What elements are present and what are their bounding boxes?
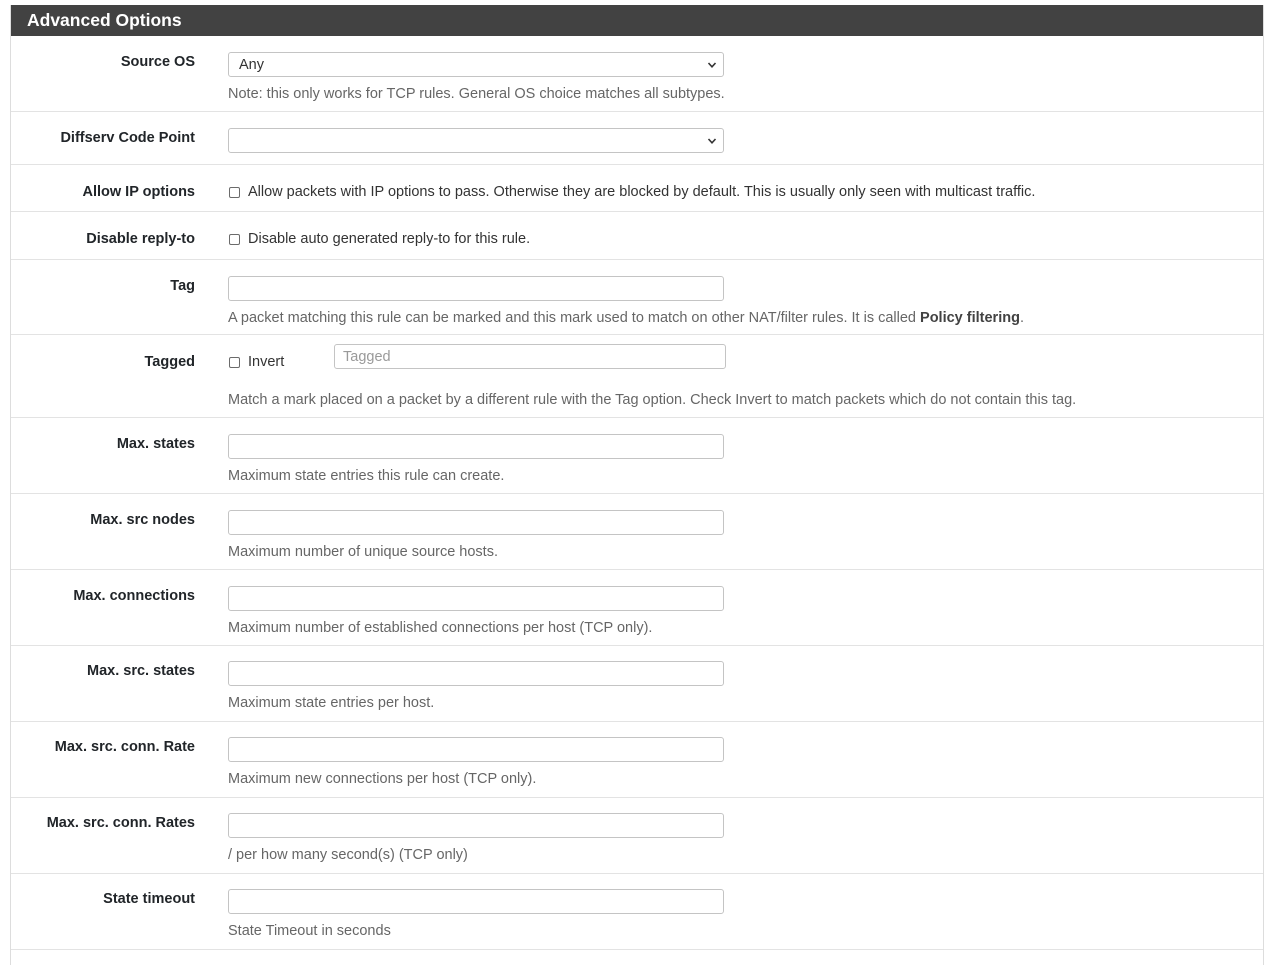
row-max-connections: Max. connections Maximum number of estab… [11,570,1263,646]
max-connections-input[interactable] [228,586,724,611]
tag-label: Tag [170,278,195,294]
allow-ip-options-label: Allow IP options [82,184,195,200]
row-max-src-nodes: Max. src nodes Maximum number of unique … [11,494,1263,570]
max-src-nodes-help: Maximum number of unique source hosts. [228,544,498,560]
max-src-conn-rates-help: / per how many second(s) (TCP only) [228,847,468,863]
max-src-conn-rate-help: Maximum new connections per host (TCP on… [228,771,537,787]
source-os-help: Note: this only works for TCP rules. Gen… [228,86,725,102]
chevron-down-icon [707,137,717,144]
max-src-nodes-input[interactable] [228,510,724,535]
row-max-src-conn-rate: Max. src. conn. Rate Maximum new connect… [11,722,1263,798]
panel-title: Advanced Options [11,5,1263,36]
state-timeout-label: State timeout [103,891,195,907]
dscp-label: Diffserv Code Point [60,130,195,146]
row-max-src-conn-rates: Max. src. conn. Rates / per how many sec… [11,798,1263,874]
allow-ip-options-checkbox[interactable] [229,186,240,198]
max-src-states-help: Maximum state entries per host. [228,695,435,711]
row-source-os: Source OS Any Note: this only works for … [11,36,1263,112]
tagged-invert-checkbox[interactable] [229,356,240,368]
max-src-nodes-label: Max. src nodes [90,512,195,528]
tagged-label: Tagged [144,354,195,370]
tagged-invert-group[interactable]: Invert [229,354,284,370]
disable-reply-to-checkbox-group[interactable]: Disable auto generated reply-to for this… [229,231,530,247]
row-tag: Tag A packet matching this rule can be m… [11,260,1263,335]
allow-ip-options-text: Allow packets with IP options to pass. O… [248,184,1036,200]
tagged-help: Match a mark placed on a packet by a dif… [228,392,1077,408]
row-tagged: Tagged Invert Match a mark placed on a p… [11,335,1263,418]
max-src-states-label: Max. src. states [86,663,195,679]
tag-input[interactable] [228,276,724,301]
row-disable-reply-to: Disable reply-to Disable auto generated … [11,212,1263,260]
source-os-value: Any [239,56,264,73]
max-states-input[interactable] [228,434,724,459]
max-src-states-input[interactable] [228,661,724,686]
tag-help: A packet matching this rule can be marke… [228,310,1024,326]
tagged-invert-text: Invert [248,354,285,370]
disable-reply-to-checkbox[interactable] [229,233,240,245]
state-timeout-help: State Timeout in seconds [228,923,391,939]
max-src-conn-rate-input[interactable] [228,737,724,762]
row-max-states: Max. states Maximum state entries this r… [11,418,1263,494]
source-os-select[interactable]: Any [228,52,724,77]
row-allow-ip-options: Allow IP options Allow packets with IP o… [11,165,1263,212]
max-src-conn-rate-label: Max. src. conn. Rate [54,739,195,755]
advanced-options-panel: Advanced Options Source OS Any Note: thi… [10,5,1264,965]
max-connections-help: Maximum number of established connection… [228,620,653,636]
max-connections-label: Max. connections [73,588,195,604]
row-dscp: Diffserv Code Point [11,112,1263,165]
allow-ip-options-checkbox-group[interactable]: Allow packets with IP options to pass. O… [229,184,1035,200]
disable-reply-to-text: Disable auto generated reply-to for this… [248,231,531,247]
dscp-select[interactable] [228,128,724,153]
disable-reply-to-label: Disable reply-to [86,231,195,247]
max-src-conn-rates-label: Max. src. conn. Rates [46,815,195,831]
max-states-help: Maximum state entries this rule can crea… [228,468,505,484]
max-states-label: Max. states [116,436,195,452]
state-timeout-input[interactable] [228,889,724,914]
row-state-timeout: State timeout State Timeout in seconds [11,874,1263,950]
row-max-src-states: Max. src. states Maximum state entries p… [11,646,1263,722]
source-os-label: Source OS [120,54,195,70]
tagged-input[interactable] [334,344,726,369]
max-src-conn-rates-input[interactable] [228,813,724,838]
chevron-down-icon [707,61,717,68]
policy-filtering-term: Policy filtering [920,310,1020,326]
